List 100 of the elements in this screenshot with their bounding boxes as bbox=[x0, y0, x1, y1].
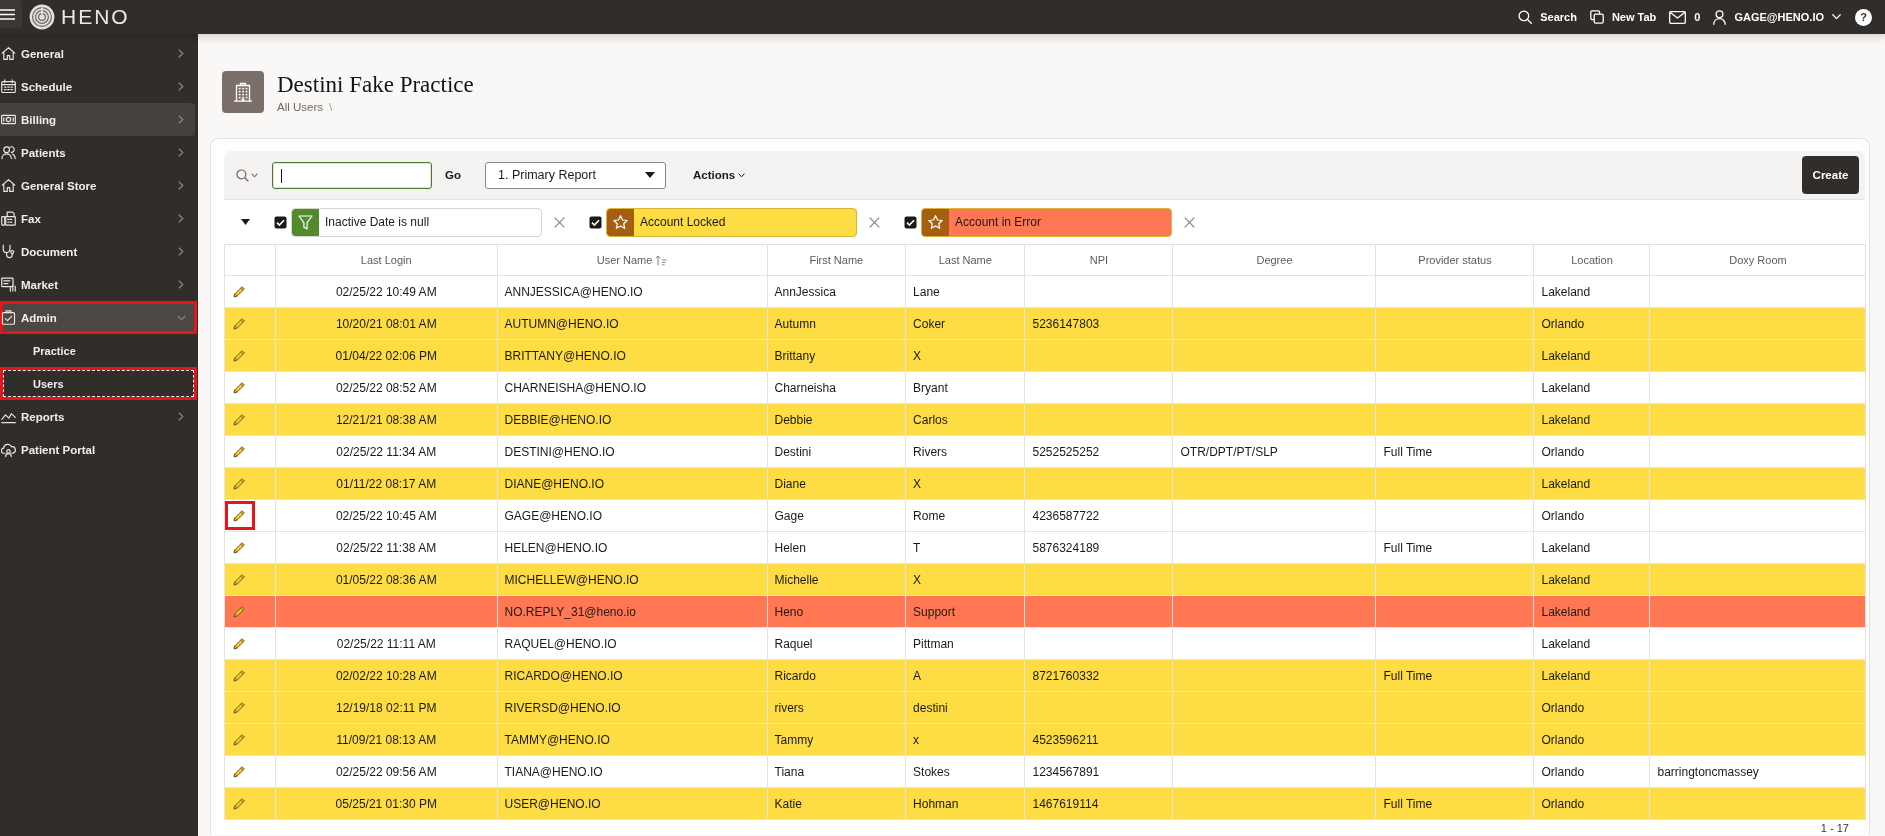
new-tab-button[interactable]: New Tab bbox=[1589, 10, 1657, 24]
chevron-down-icon bbox=[1832, 14, 1841, 20]
table-cell: destini bbox=[905, 691, 1025, 724]
pencil-icon[interactable] bbox=[233, 509, 246, 522]
table-cell: Gage bbox=[767, 499, 906, 532]
table-cell: Michelle bbox=[767, 563, 906, 596]
report-select[interactable]: 1. Primary Report bbox=[485, 161, 666, 189]
table-cell: 5252525252 bbox=[1025, 435, 1173, 468]
sidebar-item[interactable]: Patients bbox=[0, 136, 195, 169]
create-button[interactable]: Create bbox=[1802, 156, 1859, 194]
table-cell: X bbox=[905, 563, 1025, 596]
pencil-icon[interactable] bbox=[233, 349, 246, 362]
house-icon bbox=[1, 46, 16, 61]
sidebar-subitem[interactable]: Practice bbox=[0, 334, 197, 367]
search-field[interactable] bbox=[272, 161, 432, 189]
table-cell: Helen bbox=[767, 531, 906, 564]
close-icon bbox=[554, 216, 565, 228]
actions-menu-button[interactable]: Actions bbox=[693, 169, 746, 181]
sidebar-item[interactable]: Fax bbox=[0, 202, 195, 235]
close-icon bbox=[1184, 216, 1195, 228]
pencil-icon[interactable] bbox=[233, 445, 246, 458]
table-cell: Debbie bbox=[767, 403, 906, 436]
page-title: Destini Fake Practice bbox=[277, 71, 474, 99]
table-cell: Full Time bbox=[1376, 787, 1534, 820]
sidebar-item[interactable]: Admin bbox=[0, 301, 197, 334]
sidebar-item[interactable]: General bbox=[0, 37, 195, 70]
column-header[interactable]: Location bbox=[1534, 244, 1650, 276]
pencil-icon[interactable] bbox=[233, 573, 246, 586]
pencil-icon[interactable] bbox=[233, 285, 246, 298]
table-cell: OTR/DPT/PT/SLP bbox=[1173, 435, 1376, 468]
table-cell: Brittany bbox=[767, 339, 906, 372]
search-button[interactable]: Search bbox=[1518, 10, 1577, 24]
column-header[interactable]: Last Name bbox=[905, 244, 1025, 276]
table-cell: BRITTANY@HENO.IO bbox=[497, 339, 767, 372]
table-cell: Heno bbox=[767, 595, 906, 628]
sidebar-item[interactable]: Schedule bbox=[0, 70, 195, 103]
sidebar-item[interactable]: Patient Portal bbox=[0, 433, 195, 466]
filter-chip[interactable]: Account Locked bbox=[606, 207, 857, 237]
table-cell: 4523596211 bbox=[1025, 723, 1173, 756]
pencil-icon[interactable] bbox=[233, 733, 246, 746]
pencil-icon[interactable] bbox=[233, 637, 246, 650]
house-icon bbox=[1, 178, 16, 193]
table-cell: Carlos bbox=[905, 403, 1025, 436]
pencil-icon[interactable] bbox=[233, 701, 246, 714]
table-cell: AnnJessica bbox=[767, 275, 906, 308]
table-cell: Rivers bbox=[905, 435, 1025, 468]
messages-button[interactable]: 0 bbox=[1669, 10, 1701, 24]
column-header[interactable]: Degree bbox=[1173, 244, 1376, 276]
remove-filter-button[interactable] bbox=[869, 216, 880, 228]
menu-button[interactable] bbox=[0, 0, 22, 28]
pencil-icon[interactable] bbox=[233, 605, 246, 618]
user-menu-button[interactable]: GAGE@HENO.IO bbox=[1713, 9, 1841, 25]
help-button[interactable]: ? bbox=[1855, 8, 1872, 26]
search-icon bbox=[236, 168, 249, 182]
pencil-icon[interactable] bbox=[233, 765, 246, 778]
column-header[interactable]: Last Login bbox=[275, 244, 497, 276]
table-cell: 4236587722 bbox=[1025, 499, 1173, 532]
checkbox[interactable] bbox=[904, 215, 917, 229]
sidebar-item[interactable]: General Store bbox=[0, 169, 195, 202]
column-header[interactable]: User Name bbox=[497, 244, 767, 276]
table-cell: Orlando bbox=[1534, 307, 1650, 340]
table-cell: Destini bbox=[767, 435, 906, 468]
search-options-button[interactable] bbox=[236, 168, 258, 182]
sidebar-item[interactable]: Document bbox=[0, 235, 195, 268]
column-header[interactable]: Provider status bbox=[1376, 244, 1534, 276]
column-header[interactable]: First Name bbox=[767, 244, 906, 276]
table-cell: Tammy bbox=[767, 723, 906, 756]
table-cell: Orlando bbox=[1534, 435, 1650, 468]
pencil-icon[interactable] bbox=[233, 477, 246, 490]
table-cell: 02/25/22 10:45 AM bbox=[275, 499, 497, 532]
caret-down-icon[interactable] bbox=[241, 219, 250, 225]
sidebar-item[interactable]: Billing bbox=[0, 103, 195, 136]
pencil-icon[interactable] bbox=[233, 381, 246, 394]
pencil-icon[interactable] bbox=[233, 541, 246, 554]
caret-down-icon bbox=[645, 172, 655, 178]
pencil-icon[interactable] bbox=[233, 797, 246, 810]
checkbox[interactable] bbox=[589, 215, 602, 229]
funnel-icon bbox=[292, 208, 319, 236]
go-button[interactable]: Go bbox=[441, 169, 465, 181]
sidebar-item[interactable]: Reports bbox=[0, 400, 195, 433]
remove-filter-button[interactable] bbox=[1184, 216, 1195, 228]
table-cell: 11/09/21 08:13 AM bbox=[275, 723, 497, 756]
filter-chip[interactable]: Account in Error bbox=[921, 207, 1172, 237]
pencil-icon[interactable] bbox=[233, 669, 246, 682]
checkbox[interactable] bbox=[274, 215, 287, 229]
table-cell: Tiana bbox=[767, 755, 906, 788]
table-cell: Orlando bbox=[1534, 691, 1650, 724]
column-header[interactable]: Doxy Room bbox=[1650, 244, 1866, 276]
table-cell: Lakeland bbox=[1534, 467, 1650, 500]
sidebar-subitem[interactable]: Users bbox=[0, 367, 197, 400]
pencil-icon[interactable] bbox=[233, 317, 246, 330]
breadcrumb-link[interactable]: All Users bbox=[277, 100, 323, 114]
table-cell: Orlando bbox=[1534, 499, 1650, 532]
sidebar-item[interactable]: Market bbox=[0, 268, 195, 301]
remove-filter-button[interactable] bbox=[554, 216, 565, 228]
column-header[interactable]: NPI bbox=[1025, 244, 1173, 276]
pencil-icon[interactable] bbox=[233, 413, 246, 426]
filter-chip[interactable]: Inactive Date is null bbox=[291, 207, 542, 237]
table-cell: Charneisha bbox=[767, 371, 906, 404]
logo-icon bbox=[29, 4, 55, 30]
